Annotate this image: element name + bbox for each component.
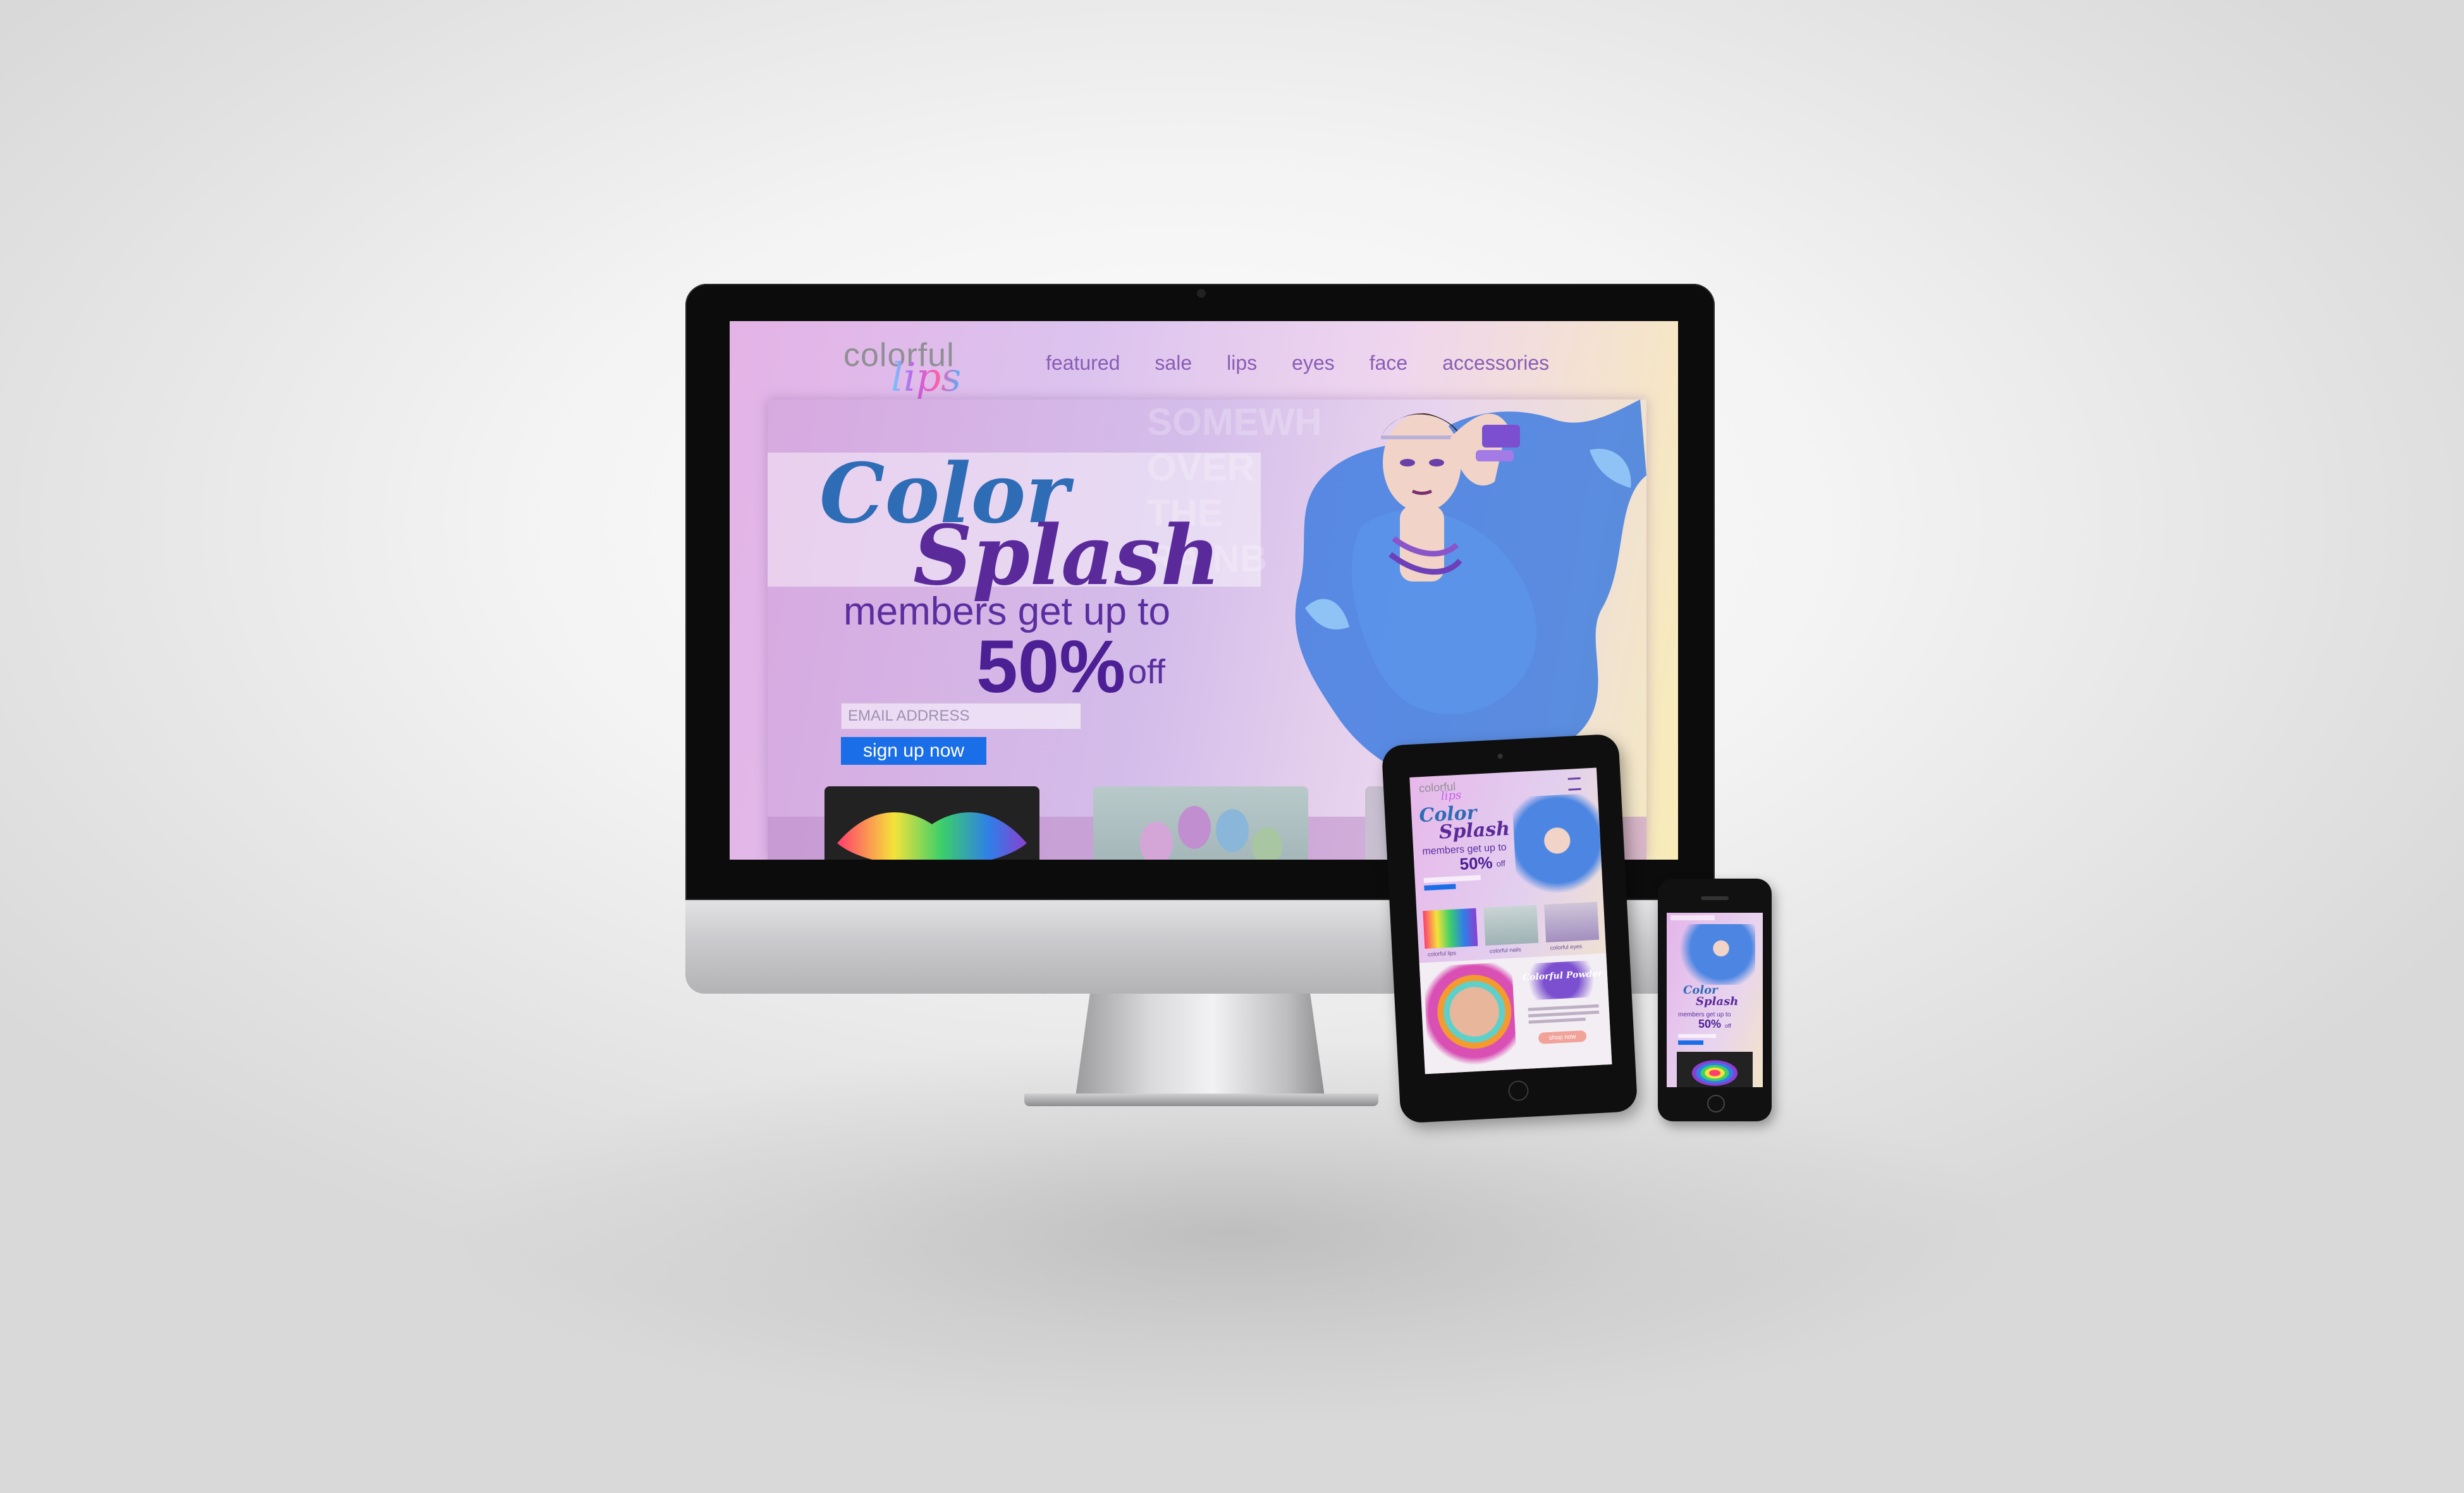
hero-title-line2: Splash	[1696, 995, 1739, 1008]
phone-screen: Color Splash members get up to 50% off	[1667, 913, 1763, 1087]
nav-accessories[interactable]: accessories	[1442, 351, 1549, 375]
signup-button[interactable]	[1678, 1040, 1703, 1045]
hamburger-menu-icon[interactable]	[1567, 777, 1581, 791]
promo-percent: 50%	[1459, 853, 1493, 874]
imac-stand	[1075, 994, 1325, 1101]
imac-stand-foot	[1024, 1094, 1378, 1106]
signup-button[interactable]	[1424, 884, 1456, 891]
model-image	[1679, 924, 1755, 985]
nav-face[interactable]: face	[1370, 351, 1407, 375]
thumb-nails[interactable]	[1093, 786, 1308, 860]
nav-sale[interactable]: sale	[1155, 351, 1192, 375]
thumb-caption: colorful lips	[1427, 949, 1457, 958]
speaker-icon	[1701, 896, 1729, 900]
camera-icon	[1197, 289, 1206, 298]
thumb-caption: colorful nails	[1489, 946, 1522, 954]
promo-percent: 50%	[976, 625, 1126, 709]
nav-eyes[interactable]: eyes	[1292, 351, 1335, 375]
email-placeholder: EMAIL ADDRESS	[848, 707, 970, 724]
email-input[interactable]	[1423, 875, 1481, 883]
email-input[interactable]	[1678, 1034, 1716, 1038]
model-powder-image	[1423, 961, 1517, 1073]
thumb-nails[interactable]	[1483, 905, 1539, 946]
promo-off: off	[1496, 858, 1506, 868]
logo-bar[interactable]	[1670, 915, 1715, 920]
nails-image	[1140, 806, 1282, 860]
hero-title-line2: Splash	[1438, 817, 1511, 844]
nav-lips[interactable]: lips	[1227, 351, 1257, 375]
lips-image	[824, 786, 1039, 860]
tablet-screen: colorful lips Color Splash members get u…	[1409, 767, 1612, 1075]
home-button[interactable]	[1707, 1095, 1725, 1112]
thumb-lips[interactable]	[824, 786, 1039, 860]
model-splash-image	[1295, 399, 1646, 777]
promo-off: off	[1725, 1023, 1731, 1029]
main-nav: featured sale lips eyes face accessories	[1046, 351, 1584, 375]
signup-button[interactable]: sign up now	[841, 737, 986, 765]
thumb-caption: colorful eyes	[1550, 943, 1583, 951]
promo-percent: 50%	[1698, 1018, 1722, 1030]
nav-featured[interactable]: featured	[1046, 351, 1120, 375]
thumb-eyes[interactable]	[1544, 901, 1600, 943]
email-input[interactable]: EMAIL ADDRESS	[841, 703, 1081, 729]
home-button[interactable]	[1507, 1080, 1529, 1102]
promo-off: off	[1128, 653, 1166, 691]
tablet-device: colorful lips Color Splash members get u…	[1381, 733, 1638, 1124]
thumb-lips[interactable]	[1677, 1052, 1753, 1087]
model-image	[1512, 793, 1603, 899]
thumb-lips[interactable]	[1423, 908, 1478, 949]
camera-icon	[1497, 753, 1503, 759]
logo-script[interactable]: lips	[891, 354, 961, 400]
phone-device: Color Splash members get up to 50% off	[1658, 879, 1772, 1121]
logo-script[interactable]: lips	[1440, 789, 1461, 803]
